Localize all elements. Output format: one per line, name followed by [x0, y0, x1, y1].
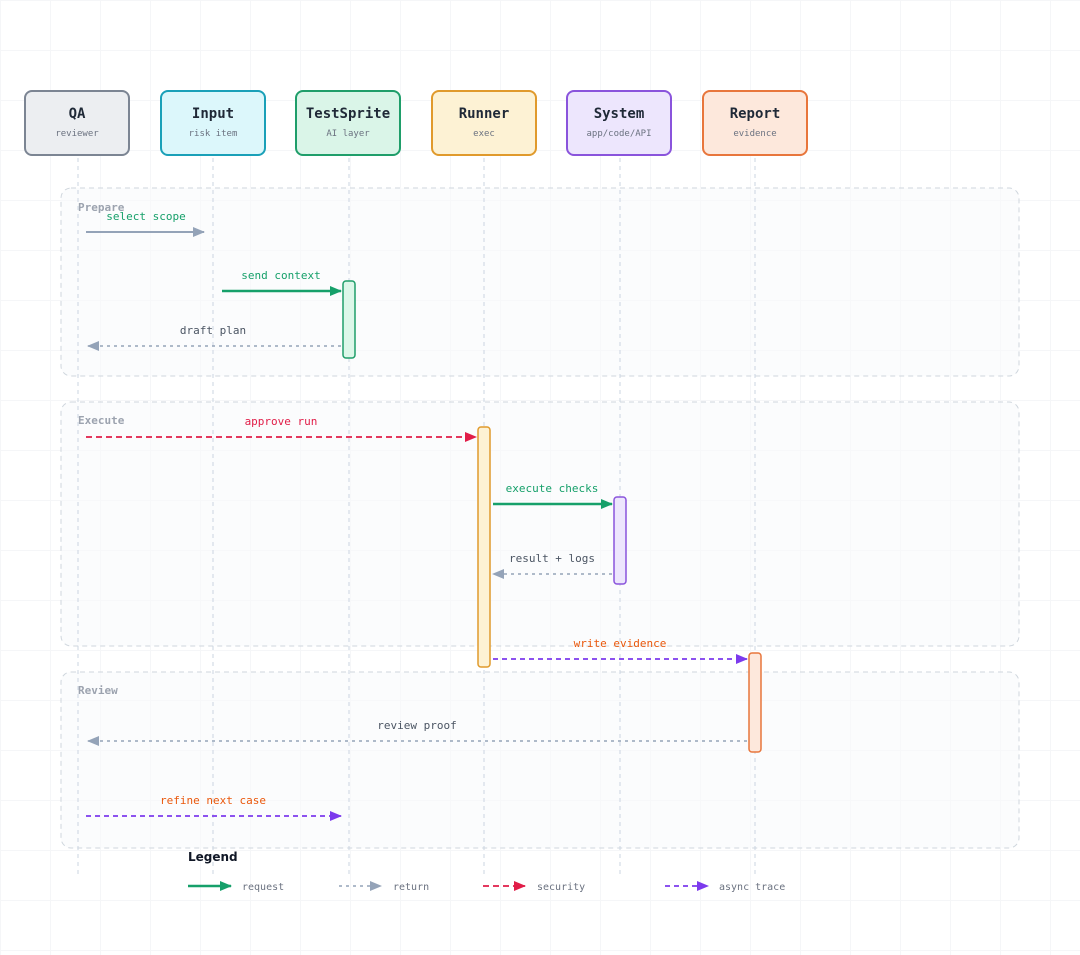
legend-security-label: security: [537, 882, 585, 893]
actor-system-sub: app/code/API: [586, 129, 652, 139]
actor-report-sub: evidence: [733, 129, 777, 139]
group-execute-box: [60, 401, 1020, 647]
msg-result-logs-label: result + logs: [509, 552, 595, 565]
activation-system: [613, 496, 627, 585]
actor-input-sub: risk item: [188, 129, 238, 139]
activation-report: [748, 652, 762, 753]
group-execute-label: Execute: [78, 414, 125, 427]
msg-select-scope-label: select scope: [106, 210, 185, 223]
actor-runner-sub: exec: [473, 129, 495, 139]
actor-system: System app/code/API: [566, 90, 672, 156]
actor-report: Report evidence: [702, 90, 808, 156]
legend-return-label: return: [393, 882, 429, 893]
actor-runner-name: Runner: [458, 106, 510, 122]
msg-execute-checks-label: execute checks: [506, 482, 599, 495]
actor-input-name: Input: [191, 106, 235, 122]
group-review-label: Review: [78, 684, 118, 697]
legend-async-label: async trace: [719, 882, 785, 893]
actor-qa-sub: reviewer: [55, 129, 99, 139]
legend-request-label: request: [242, 882, 284, 893]
group-review-box: [60, 671, 1020, 849]
msg-draft-plan-label: draft plan: [180, 324, 246, 337]
legend-title: Legend: [188, 850, 238, 864]
actor-runner: Runner exec: [431, 90, 537, 156]
group-prepare-box: [60, 187, 1020, 377]
msg-refine-next-case-label: refine next case: [160, 794, 266, 807]
actor-testsprite: TestSprite AI layer: [295, 90, 401, 156]
actor-input: Input risk item: [160, 90, 266, 156]
msg-approve-run-label: approve run: [245, 415, 318, 428]
actor-report-name: Report: [729, 106, 781, 122]
activation-testsprite: [342, 280, 356, 359]
actor-testsprite-name: TestSprite: [305, 106, 391, 122]
actor-testsprite-sub: AI layer: [326, 129, 370, 139]
actor-system-name: System: [593, 106, 645, 122]
msg-write-evidence-label: write evidence: [574, 637, 667, 650]
sequence-diagram: Prepare Execute Review select scope send…: [0, 0, 1080, 955]
msg-review-proof-label: review proof: [377, 719, 456, 732]
actor-qa: QA reviewer: [24, 90, 130, 156]
activation-runner: [477, 426, 491, 668]
actor-qa-name: QA: [68, 106, 86, 122]
msg-send-context-label: send context: [241, 269, 320, 282]
